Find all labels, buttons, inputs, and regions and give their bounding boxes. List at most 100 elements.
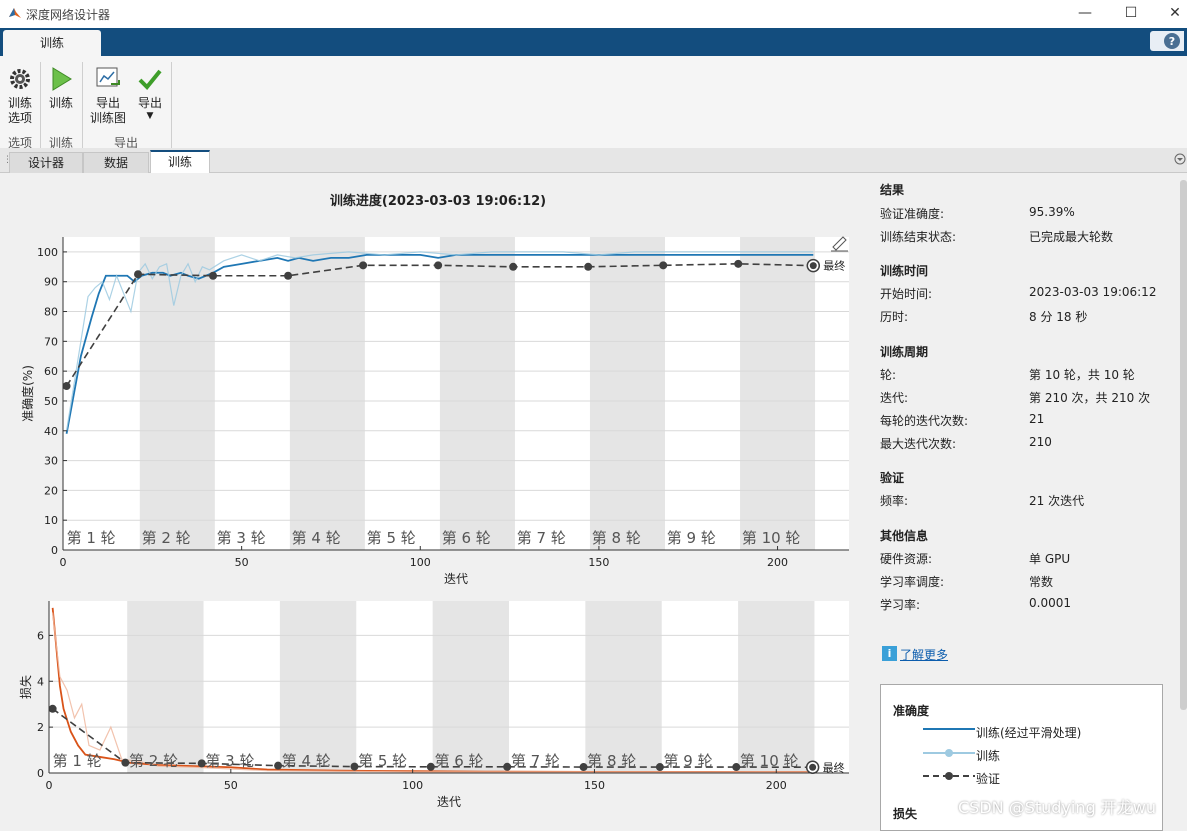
validation-point [734,259,743,268]
help-button[interactable]: ? [1150,31,1184,51]
lr-schedule-label: 学习率调度: [880,575,945,589]
matlab-logo-icon [8,6,22,20]
epoch-band [738,601,815,773]
export-label: 导出 [137,96,162,110]
epoch-label: 第 9 轮 [664,752,713,770]
epoch-label: 第 3 轮 [217,529,266,547]
ribbon-tab-train[interactable]: 训练 [3,30,101,56]
iter-per-epoch-value: 21 [1029,412,1045,426]
epoch-band [740,237,816,550]
x-axis-label: 迭代 [437,795,461,809]
epoch-label: 第 3 轮 [205,752,254,770]
legend-train-swatch [923,749,975,757]
loss-chart: 第 1 轮 第 2 轮 第 3 轮 第 4 轮 第 5 轮 第 6 轮 第 7 轮 第 8 轮… [18,601,849,809]
validation-point [209,271,218,280]
minimize-button[interactable]: — [1062,2,1108,24]
final-marker-dot [809,763,817,771]
play-icon [48,66,74,92]
validation-point [509,262,518,271]
epoch-label: 第 5 轮 [367,529,416,547]
learn-more-link[interactable]: 了解更多 [900,646,948,663]
iter-per-epoch-label: 每轮的迭代次数: [880,414,969,428]
validation-point [134,270,143,279]
epoch-band [139,237,215,550]
hardware-value: 单 GPU [1029,552,1071,566]
epoch-label: 第 10 轮 [740,752,799,770]
close-button[interactable]: ✕ [1152,2,1187,24]
info-icon: i [882,646,897,661]
toolstrip [0,56,1187,149]
start-time-value: 2023-03-03 19:06:12 [1029,285,1157,299]
x-tick-label: 150 [588,556,609,569]
x-tick-label: 50 [235,556,249,569]
legend-accuracy-title: 准确度 [893,704,930,718]
x-axis-label: 迭代 [444,572,468,586]
validation-point [359,261,368,270]
y-tick-label: 0 [37,767,44,780]
export-plot-button[interactable]: 导出 训练图 [88,66,128,126]
y-tick-label: 10 [44,514,58,527]
tab-designer[interactable]: 设计器 [9,152,83,173]
legend-loss-title: 损失 [893,807,918,821]
section-other-info: 其他信息 [880,529,929,543]
lr-schedule-value: 常数 [1029,575,1054,589]
y-tick-label: 100 [37,246,58,259]
y-tick-label: 2 [37,721,44,734]
x-tick-label: 200 [766,779,787,792]
accuracy-chart: 第 1 轮 第 2 轮 第 3 轮 第 4 轮 第 5 轮 第 6 轮 第 7 轮 第 8 轮… [20,236,849,586]
y-tick-label: 50 [44,395,58,408]
elapsed-label: 历时: [880,310,909,324]
epoch-band [127,601,204,773]
train-label: 训练 [48,96,73,110]
legend-validation-label: 验证 [976,772,1001,786]
epoch-value: 第 10 轮，共 10 轮 [1029,368,1135,382]
frequency-label: 频率: [880,494,909,508]
validation-point [659,261,668,270]
end-state-value: 已完成最大轮数 [1029,230,1114,244]
epoch-label: 第 2 轮 [142,529,191,547]
validation-point [48,704,57,713]
watermark: CSDN @Studying 开龙wu [958,798,1156,817]
tab-data[interactable]: 数据 [83,152,149,173]
y-tick-label: 6 [37,629,44,642]
validation-point [284,271,293,280]
window-title: 深度网络设计器 [26,8,111,22]
section-training-cycle: 训练周期 [880,345,929,359]
panel-menu-icon[interactable] [1174,153,1186,165]
epoch-label: 第 1 轮 [53,752,102,770]
y-tick-label: 40 [44,425,58,438]
train-options-button[interactable]: 训练 选项 [4,66,36,126]
group-separator [171,62,172,150]
export-button[interactable]: 导出 ▼ [134,66,166,121]
learning-rate-value: 0.0001 [1029,596,1071,610]
y-tick-label: 20 [44,484,58,497]
final-label: 最终 [823,760,845,774]
legend-smoothed-swatch [923,728,975,730]
epoch-band [289,237,365,550]
train-button[interactable]: 训练 [46,66,76,111]
tab-training[interactable]: 训练 [150,150,210,174]
export-plot-icon [95,66,121,92]
final-label: 最终 [823,259,845,273]
chevron-down-icon: ▼ [146,111,154,121]
group-separator [82,62,83,150]
epoch-label: 第 4 轮 [282,752,331,770]
epoch-label: 第 2 轮 [129,752,178,770]
x-tick-label: 200 [767,556,788,569]
title-bar [0,0,1187,28]
y-tick-label: 0 [51,544,58,557]
iteration-label: 迭代: [880,391,909,405]
maximize-button[interactable]: ☐ [1108,2,1154,24]
x-tick-label: 0 [60,556,67,569]
section-training-time: 训练时间 [880,264,929,278]
validation-point [62,382,71,391]
svg-text:?: ? [1169,35,1175,48]
final-marker-dot [809,262,817,270]
y-tick-label: 60 [44,365,58,378]
train-options-label: 训练 选项 [7,96,32,125]
y-tick-label: 30 [44,455,58,468]
epoch-label: 第 8 轮 [592,529,641,547]
val-accuracy-label: 验证准确度: [880,207,945,221]
start-time-label: 开始时间: [880,287,933,301]
scrollbar[interactable] [1180,180,1187,710]
